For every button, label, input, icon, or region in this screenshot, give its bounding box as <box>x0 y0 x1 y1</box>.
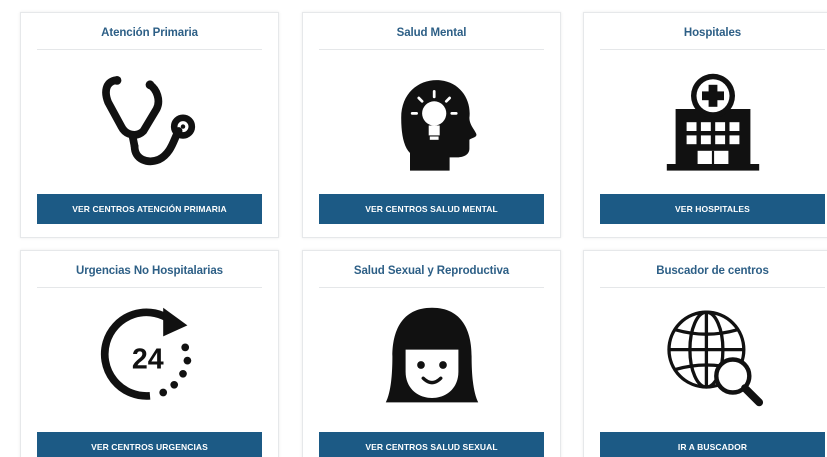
card-title: Buscador de centros <box>656 265 769 277</box>
card-salud-mental: Salud Mental VER CENTROS SALUD MENTAL <box>302 12 561 238</box>
card-divider <box>37 49 262 50</box>
card-title: Atención Primaria <box>101 27 198 39</box>
card-salud-sexual: Salud Sexual y Reproductiva VER CENTROS … <box>302 250 561 457</box>
globe-search-icon <box>658 299 768 409</box>
card-title: Salud Sexual y Reproductiva <box>353 265 510 277</box>
card-hospitales: Hospitales VER HOSPITALES <box>583 12 827 238</box>
card-title: Salud Mental <box>396 27 467 39</box>
24-hours-icon: 24 <box>95 299 205 409</box>
card-divider <box>319 287 544 288</box>
card-divider <box>600 49 825 50</box>
card-title: Hospitales <box>683 27 742 39</box>
ver-hospitales-button[interactable]: VER HOSPITALES <box>600 194 825 224</box>
ir-a-buscador-button[interactable]: IR A BUSCADOR <box>600 432 825 457</box>
card-divider <box>37 287 262 288</box>
card-buscador: Buscador de centros IR A BUSCADOR <box>583 250 827 457</box>
head-lightbulb-icon <box>377 65 487 175</box>
card-divider <box>600 287 825 288</box>
ver-centros-salud-sexual-button[interactable]: VER CENTROS SALUD SEXUAL <box>319 432 544 457</box>
hospital-icon <box>658 65 768 175</box>
ver-centros-salud-mental-button[interactable]: VER CENTROS SALUD MENTAL <box>319 194 544 224</box>
card-urgencias: Urgencias No Hospitalarias 24 VER CENTRO… <box>20 250 279 457</box>
stethoscope-icon <box>95 65 205 175</box>
girl-face-icon <box>377 299 487 409</box>
card-divider <box>319 49 544 50</box>
card-atencion-primaria: Atención Primaria VER CENTROS ATENCIÓN P… <box>20 12 279 238</box>
ver-centros-atencion-primaria-button[interactable]: VER CENTROS ATENCIÓN PRIMARIA <box>37 194 262 224</box>
card-title: Urgencias No Hospitalarias <box>76 265 223 277</box>
ver-centros-urgencias-button[interactable]: VER CENTROS URGENCIAS <box>37 432 262 457</box>
24-text: 24 <box>131 343 163 375</box>
